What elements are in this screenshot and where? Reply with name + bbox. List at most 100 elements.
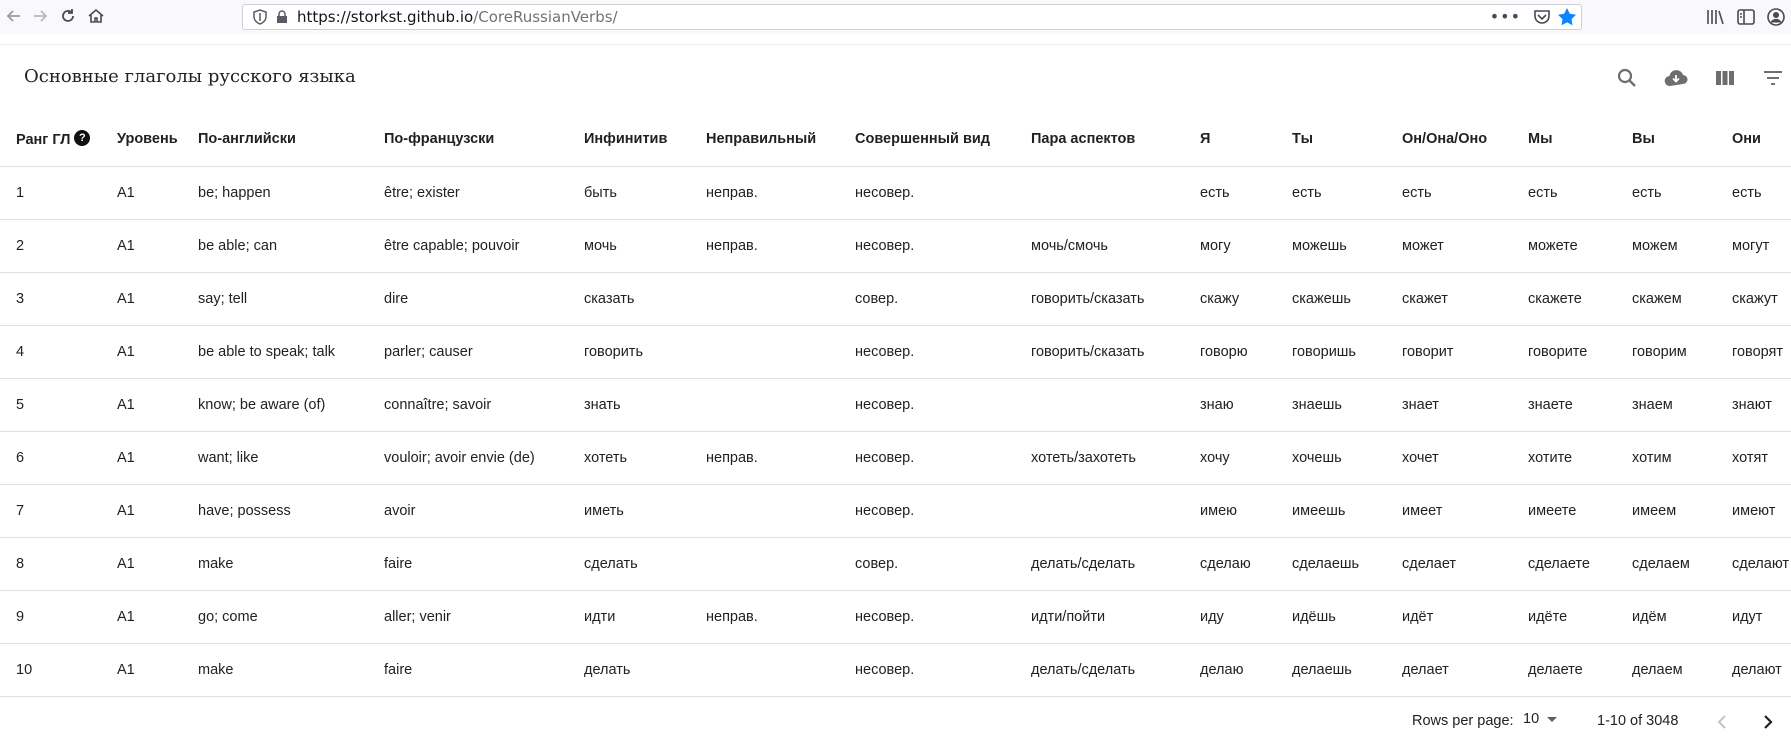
table-cell <box>690 325 839 379</box>
table-cell: be; happen <box>182 166 368 220</box>
table-cell: имею <box>1184 484 1276 538</box>
table-cell: хотеть/захотеть <box>1015 431 1184 485</box>
table-cell: несовер. <box>839 166 1015 220</box>
table-cell: A1 <box>101 537 182 591</box>
url-text: https://storkst.github.io/CoreRussianVer… <box>297 8 618 26</box>
table-cell: make <box>182 643 368 697</box>
table-cell: сделают <box>1716 537 1791 591</box>
home-icon[interactable] <box>84 4 108 28</box>
table-cell: be able to speak; talk <box>182 325 368 379</box>
library-icon[interactable] <box>1704 5 1728 29</box>
column-header-oni[interactable]: Они <box>1716 111 1791 167</box>
page-actions-icon[interactable]: ••• <box>1490 7 1521 26</box>
table-row[interactable]: 10 A1 make faire делать несовер. делать/сделат… <box>0 643 1791 697</box>
table-cell: знают <box>1716 378 1791 432</box>
table-cell: сделаете <box>1512 537 1616 591</box>
table-cell: идёшь <box>1276 590 1386 644</box>
table-row[interactable]: 4 A1 be able to speak; talk parler; causer г… <box>0 325 1791 379</box>
table-cell: A1 <box>101 643 182 697</box>
table-cell: знать <box>568 378 690 432</box>
table-cell: 8 <box>0 537 101 591</box>
table-cell: скажу <box>1184 272 1276 326</box>
column-header-aspect-pair[interactable]: Пара аспектов <box>1015 111 1184 167</box>
table-cell: знаю <box>1184 378 1276 432</box>
previous-page-icon[interactable] <box>1708 708 1736 736</box>
table-cell: несовер. <box>839 378 1015 432</box>
table-row[interactable]: 2 A1 be able; can être capable; pouvoir мочь… <box>0 219 1791 273</box>
table-cell: есть <box>1616 166 1716 220</box>
column-header-on[interactable]: Он/Она/Оно <box>1386 111 1512 167</box>
table-cell: говорим <box>1616 325 1716 379</box>
pagination-range: 1-10 of 3048 <box>1597 713 1679 729</box>
toolbar-divider <box>0 34 1791 45</box>
table-cell: мочь/смочь <box>1015 219 1184 273</box>
help-icon[interactable]: ? <box>74 129 91 146</box>
table-cell: скажут <box>1716 272 1791 326</box>
column-header-french[interactable]: По-французски <box>368 111 568 167</box>
table-row[interactable]: 8 A1 make faire сделать совер. делать/сделать с… <box>0 537 1791 591</box>
table-row[interactable]: 1 A1 be; happen être; exister быть неправ. нес… <box>0 166 1791 220</box>
table-cell: быть <box>568 166 690 220</box>
column-header-rank[interactable]: Ранг ГЛ? <box>0 111 101 167</box>
back-icon[interactable] <box>2 4 26 28</box>
column-header-english[interactable]: По-английски <box>182 111 368 167</box>
column-header-my[interactable]: Мы <box>1512 111 1616 167</box>
search-icon[interactable] <box>1613 64 1641 92</box>
table-row[interactable]: 9 A1 go; come aller; venir идти неправ. несове… <box>0 590 1791 644</box>
table-cell: несовер. <box>839 484 1015 538</box>
table-header-row: Ранг ГЛ? Уровень По-английски По-француз… <box>0 111 1791 167</box>
view-columns-icon[interactable] <box>1711 64 1739 92</box>
column-header-level[interactable]: Уровень <box>101 111 182 167</box>
table-row[interactable]: 3 A1 say; tell dire сказать совер. говорить/ск… <box>0 272 1791 326</box>
table-cell: know; be aware (of) <box>182 378 368 432</box>
sidebar-icon[interactable] <box>1734 5 1758 29</box>
table-row[interactable]: 6 A1 want; like vouloir; avoir envie (de) хо… <box>0 431 1791 485</box>
next-page-icon[interactable] <box>1754 708 1782 736</box>
table-cell: несовер. <box>839 590 1015 644</box>
table-cell: знаете <box>1512 378 1616 432</box>
dropdown-arrow-icon <box>1547 711 1558 727</box>
reload-icon[interactable] <box>56 4 80 28</box>
table-cell: faire <box>368 643 568 697</box>
column-header-ty[interactable]: Ты <box>1276 111 1386 167</box>
bookmark-star-icon[interactable] <box>1557 7 1577 31</box>
table-cell: хотим <box>1616 431 1716 485</box>
column-header-vy[interactable]: Вы <box>1616 111 1716 167</box>
column-header-perfective[interactable]: Совершенный вид <box>839 111 1015 167</box>
table-cell: идёте <box>1512 590 1616 644</box>
table-cell: make <box>182 537 368 591</box>
table-cell: делаем <box>1616 643 1716 697</box>
table-cell: несовер. <box>839 325 1015 379</box>
column-header-irregular[interactable]: Неправильный <box>690 111 839 167</box>
table-cell: иметь <box>568 484 690 538</box>
table-row[interactable]: 5 A1 know; be aware (of) connaître; savoir з… <box>0 378 1791 432</box>
table-cell: имеешь <box>1276 484 1386 538</box>
table-cell: идут <box>1716 590 1791 644</box>
pocket-icon[interactable] <box>1533 8 1551 30</box>
table-cell: have; possess <box>182 484 368 538</box>
table-cell: 5 <box>0 378 101 432</box>
address-bar[interactable]: https://storkst.github.io/CoreRussianVer… <box>242 4 1582 30</box>
account-icon[interactable] <box>1764 5 1788 29</box>
table-row[interactable]: 7 A1 have; possess avoir иметь несовер. имею им… <box>0 484 1791 538</box>
table-cell: хочешь <box>1276 431 1386 485</box>
table-cell: want; like <box>182 431 368 485</box>
forward-icon[interactable] <box>28 4 52 28</box>
table-cell: 3 <box>0 272 101 326</box>
rows-per-page-select[interactable]: 10 <box>1523 711 1558 727</box>
table-cell: делаешь <box>1276 643 1386 697</box>
filter-icon[interactable] <box>1759 64 1787 92</box>
table-cell: неправ. <box>690 219 839 273</box>
tracking-protection-icon[interactable] <box>249 6 271 28</box>
column-header-ya[interactable]: Я <box>1184 111 1276 167</box>
lock-icon[interactable] <box>271 6 293 28</box>
column-header-infinitive[interactable]: Инфинитив <box>568 111 690 167</box>
table-cell: aller; venir <box>368 590 568 644</box>
table-cell: хочет <box>1386 431 1512 485</box>
table-cell: être; exister <box>368 166 568 220</box>
table-cell <box>1015 378 1184 432</box>
table-cell: сделать <box>568 537 690 591</box>
table-cell: сделаешь <box>1276 537 1386 591</box>
cloud-download-icon[interactable] <box>1662 64 1690 92</box>
table-cell: connaître; savoir <box>368 378 568 432</box>
